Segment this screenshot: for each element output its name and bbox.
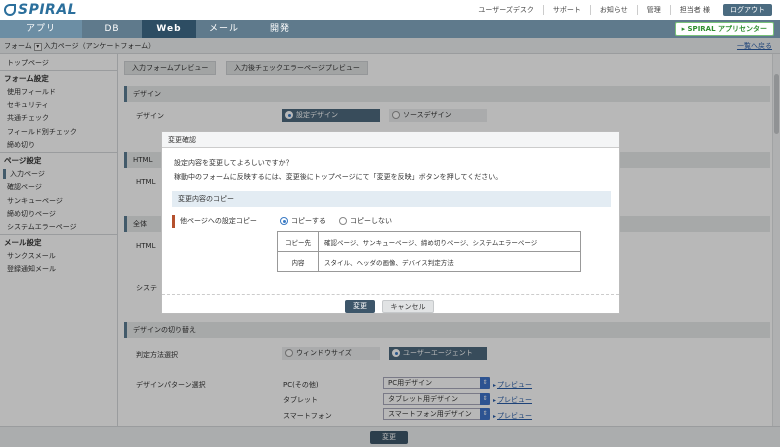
top-header: SPIRAL ユーザーズデスク サポート お知らせ 管理 担当者 様 ログアウト	[0, 0, 780, 20]
dialog-confirm-button[interactable]: 変更	[345, 300, 375, 313]
logout-button[interactable]: ログアウト	[723, 4, 772, 16]
table-row: コピー先 確認ページ、サンキューページ、締め切りページ、システムエラーページ	[277, 231, 581, 252]
logo-text: SPIRAL	[18, 2, 78, 18]
nav-tab-web[interactable]: Web	[142, 20, 196, 38]
nav-tab-dev[interactable]: 開発	[252, 20, 308, 38]
spiral-logo[interactable]: SPIRAL	[4, 2, 77, 18]
spiral-app-center-button[interactable]: ▸ SPIRAL アプリセンター	[674, 22, 774, 36]
dialog-cancel-button[interactable]: キャンセル	[382, 300, 434, 313]
radio-icon	[280, 217, 288, 225]
nav-tab-db[interactable]: DB	[82, 20, 142, 38]
spiral-logo-icon	[4, 4, 16, 16]
copy-target-value: 確認ページ、サンキューページ、締め切りページ、システムエラーページ	[318, 231, 581, 252]
copy-no-label: コピーしない	[350, 217, 392, 225]
radio-icon	[339, 217, 347, 225]
copy-detail-table: コピー先 確認ページ、サンキューページ、締め切りページ、システムエラーページ 内…	[277, 231, 581, 272]
link-support[interactable]: サポート	[544, 5, 591, 15]
spiral-app-label: SPIRAL アプリセンター	[687, 25, 767, 33]
dialog-instruction: 稼動中のフォームに反映するには、変更後にトップページにて「変更を反映」ボタンを押…	[174, 173, 503, 181]
dialog-title: 変更確認	[162, 132, 619, 148]
copy-setting-label: 他ページへの設定コピー	[172, 215, 257, 228]
nav-tab-mail[interactable]: メール	[196, 20, 252, 38]
copy-content-head: 内容	[277, 251, 319, 272]
user-name: 担当者 様	[679, 6, 710, 14]
link-users-desk[interactable]: ユーザーズデスク	[469, 5, 544, 15]
copy-yes-label: コピーする	[291, 217, 326, 225]
top-links: ユーザーズデスク サポート お知らせ 管理 担当者 様 ログアウト	[469, 4, 772, 16]
copy-target-head: コピー先	[277, 231, 319, 252]
table-row: 内容 スタイル、ヘッダの画像、デバイス判定方法	[277, 251, 581, 272]
dialog-question: 設定内容を変更してよろしいですか？	[174, 159, 293, 167]
copy-yes-radio[interactable]: コピーする	[280, 216, 326, 226]
main-nav: アプリ DB Web メール 開発 ▸ SPIRAL アプリセンター	[0, 20, 780, 38]
copy-no-radio[interactable]: コピーしない	[339, 216, 392, 226]
nav-tab-app[interactable]: アプリ	[0, 20, 82, 38]
dialog-footer: 変更 キャンセル	[162, 294, 619, 314]
link-admin[interactable]: 管理	[638, 5, 671, 15]
copy-content-value: スタイル、ヘッダの画像、デバイス判定方法	[318, 251, 581, 272]
confirm-change-dialog: 変更確認 設定内容を変更してよろしいですか？ 稼動中のフォームに反映するには、変…	[161, 131, 620, 314]
copy-section-head: 変更内容のコピー	[172, 191, 611, 207]
link-news[interactable]: お知らせ	[591, 5, 638, 15]
